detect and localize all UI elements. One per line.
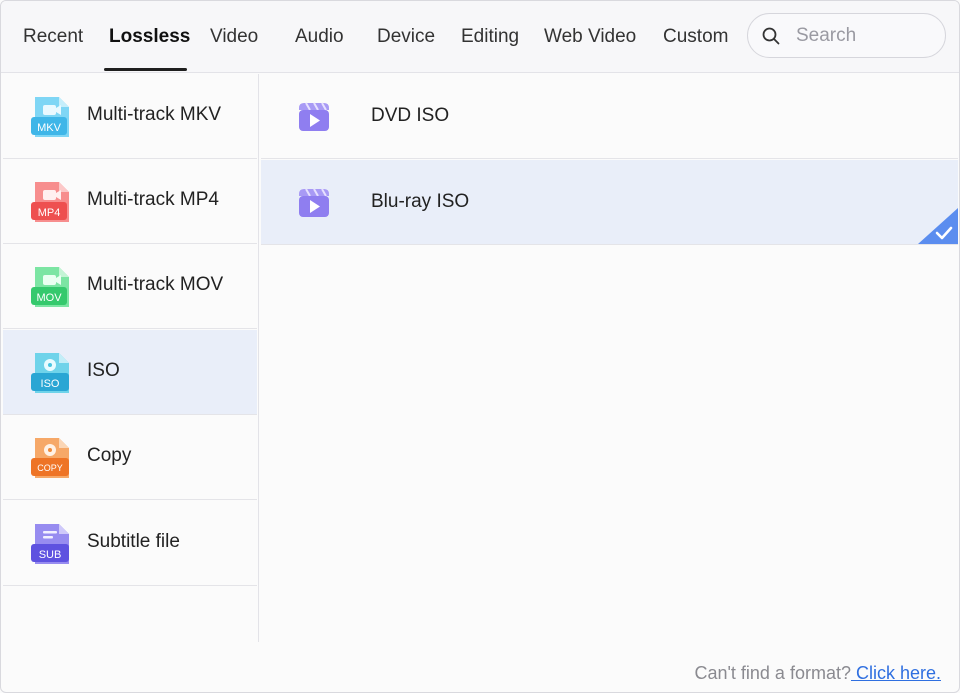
category-label: ISO [87,360,120,381]
search-icon [762,27,780,45]
subtitle-file-icon: SUB [31,524,69,564]
search-input[interactable] [796,22,936,50]
category-copy[interactable]: COPY Copy [3,415,257,500]
category-sidebar: MKV Multi-track MKV MP4 Multi-track MP4 [3,74,259,642]
svg-text:ISO: ISO [41,378,60,390]
svg-text:SUB: SUB [39,549,62,561]
tab-recent[interactable]: Recent [23,23,83,51]
category-multi-track-mov[interactable]: MOV Multi-track MOV [3,244,257,329]
format-label: DVD ISO [371,105,450,126]
category-multi-track-mkv[interactable]: MKV Multi-track MKV [3,74,257,159]
category-label: Multi-track MOV [87,274,224,295]
category-label: Copy [87,445,132,466]
svg-text:MOV: MOV [36,292,62,304]
mkv-file-icon: MKV [31,97,69,137]
format-picker-window: Recent Lossless Video Audio Device Editi… [0,0,960,693]
category-label: Multi-track MKV [87,104,222,125]
svg-text:MP4: MP4 [38,207,61,219]
click-here-link[interactable]: Click here. [851,663,941,683]
video-clapper-icon [299,188,329,217]
tab-web-video[interactable]: Web Video [544,23,636,51]
format-item-dvd-iso[interactable]: DVD ISO [261,74,958,159]
active-tab-indicator [104,68,187,71]
svg-text:COPY: COPY [37,463,63,473]
tab-custom[interactable]: Custom [663,23,728,51]
tab-video[interactable]: Video [210,23,258,51]
search-box[interactable] [747,13,946,58]
tab-bar: Recent Lossless Video Audio Device Editi… [1,1,959,73]
video-clapper-icon [299,102,329,131]
format-item-blu-ray-iso[interactable]: Blu-ray ISO [261,160,958,245]
tab-editing[interactable]: Editing [461,23,519,51]
footer-question: Can't find a format? [694,663,851,683]
iso-file-icon: ISO [31,353,69,393]
selected-check-icon [918,208,958,244]
mp4-file-icon: MP4 [31,182,69,222]
mov-file-icon: MOV [31,267,69,307]
tab-device[interactable]: Device [377,23,435,51]
format-list: DVD ISO Blu-ray ISO [261,74,959,642]
category-iso[interactable]: ISO ISO [3,330,257,415]
tab-lossless[interactable]: Lossless [109,23,190,51]
copy-file-icon: COPY [31,438,69,478]
tab-audio[interactable]: Audio [295,23,344,51]
category-multi-track-mp4[interactable]: MP4 Multi-track MP4 [3,159,257,244]
svg-text:MKV: MKV [37,122,62,134]
category-label: Subtitle file [87,531,180,552]
category-label: Multi-track MP4 [87,189,219,210]
category-subtitle-file[interactable]: SUB Subtitle file [3,501,257,586]
format-label: Blu-ray ISO [371,191,470,212]
footer: Can't find a format? Click here. [694,663,941,684]
